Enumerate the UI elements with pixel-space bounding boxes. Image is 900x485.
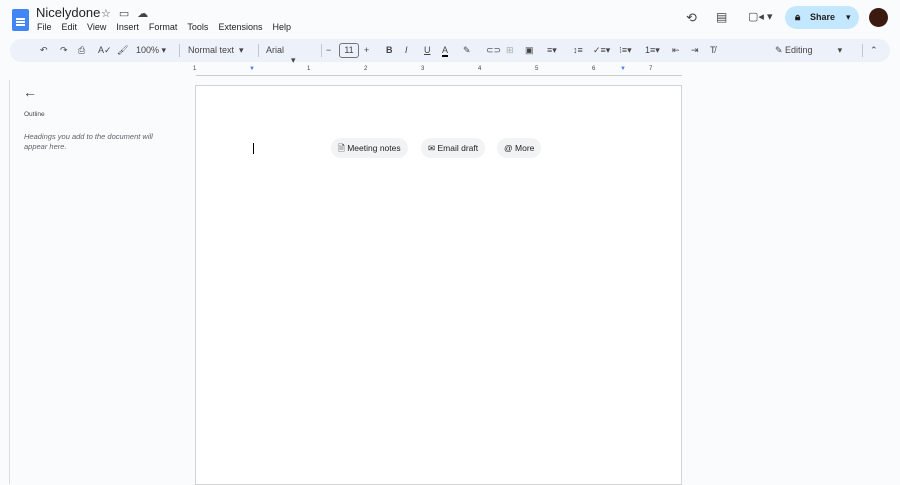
bulleted-list-icon[interactable]: ⁝≡▾ — [619, 45, 632, 56]
clear-formatting-icon[interactable]: T̸ — [710, 45, 716, 55]
horizontal-ruler[interactable]: 1 ▼ 1 2 3 4 5 6 ▼ 7 — [193, 66, 682, 76]
menu-bar: File Edit View Insert Format Tools Exten… — [37, 22, 291, 32]
menu-insert[interactable]: Insert — [116, 22, 139, 32]
editing-mode-select[interactable]: ✎ Editing ▾ — [775, 45, 855, 56]
document-icon: 🗎︎ — [338, 143, 345, 153]
menu-edit[interactable]: Edit — [62, 22, 78, 32]
redo-icon[interactable]: ↷ — [60, 45, 68, 56]
document-page[interactable]: 🗎︎ Meeting notes ✉ Email draft @ More — [195, 85, 682, 485]
email-icon: ✉ — [428, 143, 436, 153]
menu-view[interactable]: View — [87, 22, 106, 32]
outline-empty-text: Headings you add to the document will ap… — [24, 132, 153, 151]
lock-icon: 🔒︎ — [795, 12, 801, 23]
underline-icon[interactable]: U — [424, 45, 431, 55]
font-size-input[interactable]: 11 — [339, 43, 359, 58]
align-icon[interactable]: ≡▾ — [547, 45, 557, 56]
docs-logo[interactable] — [12, 9, 29, 31]
text-color-icon[interactable]: A — [442, 45, 449, 57]
image-icon[interactable]: ▣ — [525, 45, 534, 56]
indent-marker[interactable]: ▼ — [249, 66, 255, 72]
more-chip[interactable]: @ More — [497, 138, 542, 158]
avatar[interactable] — [869, 8, 888, 27]
style-select[interactable]: Normal text ▾ — [188, 45, 250, 56]
meeting-notes-chip[interactable]: 🗎︎ Meeting notes — [331, 138, 408, 158]
outline-title: Outline — [24, 111, 45, 118]
menu-format[interactable]: Format — [149, 22, 178, 32]
paint-format-icon[interactable]: 🖌︎ — [117, 45, 128, 56]
italic-icon[interactable]: I — [405, 45, 408, 55]
menu-file[interactable]: File — [37, 22, 52, 32]
at-icon: @ — [504, 143, 513, 153]
collapse-toolbar-icon[interactable]: ⌃ — [870, 45, 878, 56]
move-folder-icon[interactable]: ▭ — [119, 8, 137, 20]
highlight-icon[interactable]: ✎ — [463, 45, 471, 56]
share-dropdown-icon[interactable]: ▾ — [846, 6, 851, 29]
increase-font-size-button[interactable]: + — [364, 45, 369, 55]
text-cursor — [253, 143, 254, 154]
numbered-list-icon[interactable]: 1≡▾ — [645, 45, 660, 56]
undo-icon[interactable]: ↶ — [40, 45, 48, 56]
zoom-select[interactable]: 100% ▾ — [136, 45, 166, 56]
comment-icon[interactable]: ⊞ — [506, 45, 514, 56]
comments-icon[interactable]: ▤ — [716, 10, 727, 24]
menu-extensions[interactable]: Extensions — [218, 22, 262, 32]
email-draft-chip[interactable]: ✉ Email draft — [421, 138, 486, 158]
document-title[interactable]: Nicelydone — [36, 5, 100, 20]
menu-help[interactable]: Help — [272, 22, 291, 32]
font-select[interactable]: Arial ▾ — [266, 45, 314, 66]
cloud-status-icon[interactable]: ☁ — [137, 8, 156, 20]
line-spacing-icon[interactable]: ↕≡ — [573, 45, 583, 55]
back-arrow-icon[interactable]: ← — [23, 84, 37, 100]
version-history-icon[interactable]: ⟲ — [686, 10, 697, 26]
checklist-icon[interactable]: ✓≡▾ — [593, 45, 610, 56]
bold-icon[interactable]: B — [386, 45, 393, 55]
star-icon[interactable]: ☆ — [101, 8, 119, 20]
toolbar: ↶ ↷ ⎙ A✓ 🖌︎ 100% ▾ Normal text ▾ Arial ▾… — [10, 39, 890, 65]
increase-indent-icon[interactable]: ⇥ — [691, 45, 699, 56]
spellcheck-icon[interactable]: A✓ — [98, 45, 112, 56]
menu-tools[interactable]: Tools — [187, 22, 208, 32]
print-icon[interactable]: ⎙ — [78, 45, 85, 56]
vertical-ruler[interactable] — [0, 80, 10, 484]
meet-icon[interactable]: ▢◂ ▾ — [748, 10, 773, 23]
link-icon[interactable]: ⊂⊃ — [486, 45, 501, 56]
right-indent-marker[interactable]: ▼ — [620, 66, 626, 72]
decrease-font-size-button[interactable]: − — [326, 45, 331, 55]
decrease-indent-icon[interactable]: ⇤ — [672, 45, 680, 56]
share-button[interactable]: 🔒︎ Share ▾ — [785, 6, 859, 29]
